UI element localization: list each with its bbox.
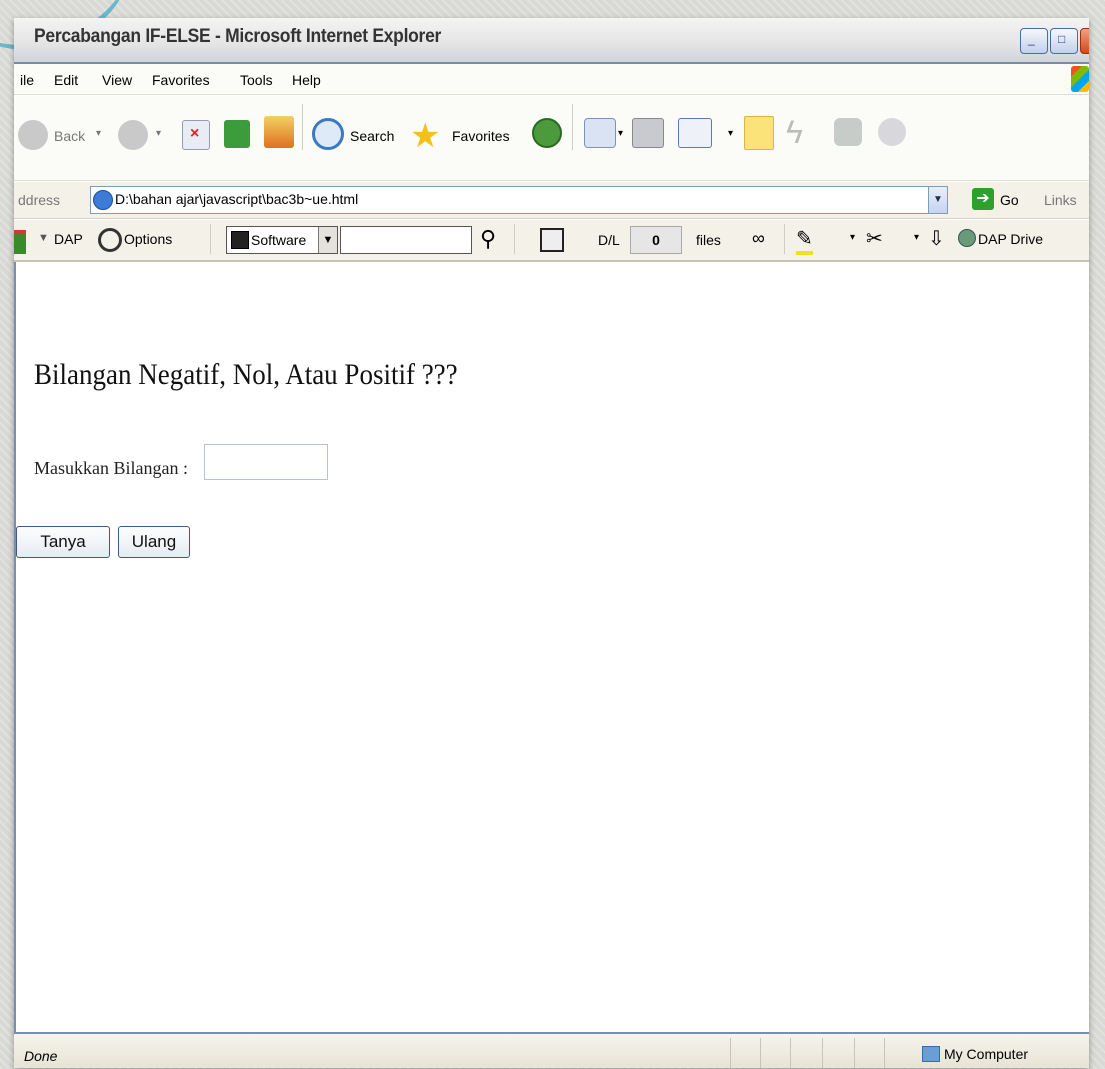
- status-divider: [822, 1038, 823, 1068]
- back-dropdown-icon[interactable]: ▾: [96, 128, 101, 139]
- go-arrow-icon[interactable]: ➔: [972, 188, 994, 210]
- dap-gift-icon[interactable]: [14, 230, 26, 254]
- highlighter-icon[interactable]: ✎: [796, 226, 813, 255]
- status-divider: [854, 1038, 855, 1068]
- options-menu[interactable]: Options: [124, 231, 172, 247]
- history-icon[interactable]: [532, 118, 562, 148]
- address-input[interactable]: D:\bahan ajar\javascript\bac3b~ue.html ▼: [90, 186, 948, 214]
- window-title: Percabangan IF-ELSE - Microsoft Internet…: [34, 26, 442, 47]
- lightning-icon[interactable]: ϟ: [786, 114, 803, 151]
- dap-search-input[interactable]: [340, 226, 472, 254]
- status-divider: [884, 1038, 885, 1068]
- address-bar: ddress D:\bahan ajar\javascript\bac3b~ue…: [14, 182, 1089, 219]
- menu-tools[interactable]: Tools: [240, 72, 273, 88]
- address-url[interactable]: D:\bahan ajar\javascript\bac3b~ue.html: [115, 191, 358, 207]
- messenger-icon[interactable]: [834, 118, 862, 146]
- address-label: ddress: [18, 192, 61, 208]
- reset-button[interactable]: Ulang: [118, 526, 190, 558]
- back-button-label[interactable]: Back: [54, 128, 85, 144]
- menu-help[interactable]: Help: [292, 72, 321, 88]
- mail-dropdown-icon[interactable]: ▾: [618, 128, 623, 139]
- status-divider: [790, 1038, 791, 1068]
- browser-window: Percabangan IF-ELSE - Microsoft Internet…: [14, 18, 1089, 1068]
- status-text: Done: [24, 1048, 58, 1064]
- menu-favorites[interactable]: Favorites: [152, 72, 210, 88]
- menu-bar: ile Edit View Favorites Tools Help: [14, 64, 1089, 95]
- tools-icon[interactable]: ✂: [866, 226, 883, 251]
- status-divider: [730, 1038, 731, 1068]
- back-arrow-icon[interactable]: [18, 120, 48, 150]
- status-bar: Done My Computer: [14, 1032, 1089, 1068]
- forward-arrow-icon[interactable]: [118, 120, 148, 150]
- links-button[interactable]: Links: [1044, 192, 1077, 208]
- go-button[interactable]: Go: [1000, 192, 1019, 208]
- forward-dropdown-icon[interactable]: ▾: [156, 128, 161, 139]
- standard-toolbar: Back ▾ ▾ × Search ★ Favorites ▾ ▾ ϟ: [14, 96, 1089, 181]
- dl-count: 0: [630, 226, 682, 254]
- toolbar-separator: [572, 104, 573, 150]
- dl-label: D/L: [598, 232, 620, 248]
- status-zone: My Computer: [944, 1046, 1029, 1062]
- menu-file[interactable]: ile: [20, 72, 34, 88]
- favorites-button-label[interactable]: Favorites: [452, 128, 510, 144]
- search-icon[interactable]: [312, 118, 344, 150]
- page-heading: Bilangan Negatif, Nol, Atau Positif ???: [34, 358, 458, 391]
- computer-icon: [922, 1046, 940, 1062]
- software-select[interactable]: Software ▼: [226, 226, 338, 254]
- dap-toolbar: ▼ DAP Options Software ▼ ⚲ D/L 0 files ∞…: [14, 220, 1089, 262]
- toolbar-separator: [210, 224, 211, 254]
- page-content: Bilangan Negatif, Nol, Atau Positif ??? …: [14, 262, 1089, 1032]
- number-input-label: Masukkan Bilangan :: [34, 458, 188, 478]
- dap-grid-icon[interactable]: [540, 228, 564, 252]
- magnifier-icon[interactable]: ⚲: [480, 226, 496, 252]
- tools-dropdown-icon[interactable]: ▾: [914, 232, 919, 243]
- files-label: files: [696, 232, 721, 248]
- options-power-icon[interactable]: [98, 228, 122, 252]
- dap-drive-button[interactable]: DAP Drive: [978, 231, 1043, 247]
- toolbar-separator: [784, 224, 785, 254]
- search-button-label[interactable]: Search: [350, 128, 394, 144]
- maximize-button[interactable]: □: [1050, 28, 1078, 54]
- edit-icon[interactable]: [678, 118, 712, 148]
- windows-logo-icon: [1071, 66, 1089, 92]
- download-icon[interactable]: ⇩: [928, 226, 945, 251]
- title-bar: Percabangan IF-ELSE - Microsoft Internet…: [14, 18, 1089, 64]
- mail-icon[interactable]: [584, 118, 616, 148]
- menu-view[interactable]: View: [102, 72, 132, 88]
- chevron-down-icon[interactable]: ▼: [928, 187, 947, 213]
- number-input[interactable]: [204, 444, 328, 480]
- software-select-value: Software: [251, 232, 307, 248]
- edit-dropdown-icon[interactable]: ▾: [728, 128, 733, 139]
- refresh-icon[interactable]: [224, 120, 250, 148]
- close-button[interactable]: [1080, 28, 1089, 54]
- note-icon[interactable]: [744, 116, 774, 150]
- toolbar-separator: [514, 224, 515, 254]
- glasses-icon[interactable]: ∞: [752, 228, 765, 249]
- people-icon[interactable]: [878, 118, 906, 146]
- status-divider: [760, 1038, 761, 1068]
- menu-edit[interactable]: Edit: [54, 72, 78, 88]
- toolbar-separator: [302, 104, 303, 150]
- dap-menu[interactable]: DAP: [54, 231, 83, 247]
- chevron-down-icon[interactable]: ▼: [318, 227, 337, 253]
- favorites-star-icon[interactable]: ★: [410, 116, 440, 156]
- globe-icon[interactable]: [958, 229, 976, 247]
- print-icon[interactable]: [632, 118, 664, 148]
- stop-icon[interactable]: ×: [182, 120, 210, 150]
- highlighter-dropdown-icon[interactable]: ▾: [850, 232, 855, 243]
- ask-button[interactable]: Tanya: [16, 526, 110, 558]
- minimize-icon: _: [1028, 32, 1035, 46]
- minimize-button[interactable]: _: [1020, 28, 1048, 54]
- floppy-icon: [231, 231, 249, 249]
- maximize-icon: □: [1058, 32, 1066, 46]
- home-icon[interactable]: [264, 116, 294, 148]
- ie-page-icon: [93, 190, 113, 210]
- dap-dropdown-icon[interactable]: ▼: [38, 232, 49, 244]
